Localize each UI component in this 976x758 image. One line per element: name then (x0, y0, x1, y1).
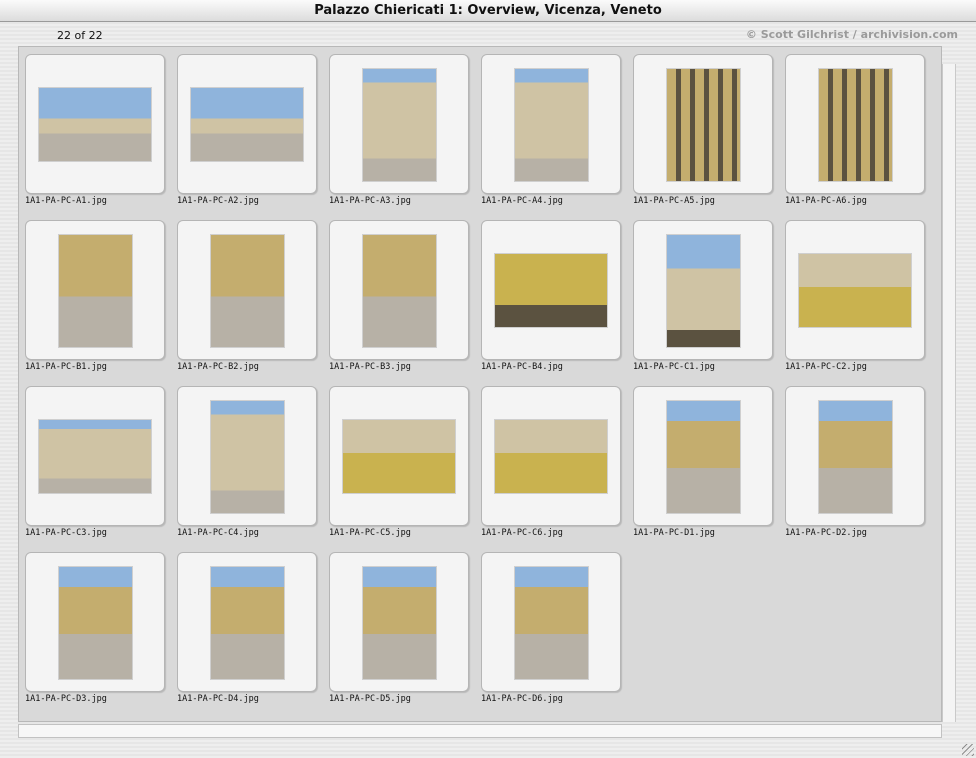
thumbnail-frame[interactable] (25, 54, 165, 194)
thumbnail-frame[interactable] (329, 220, 469, 360)
thumbnail-frame[interactable] (481, 54, 621, 194)
thumbnail-image[interactable] (799, 254, 911, 327)
thumbnail-image[interactable] (191, 88, 303, 161)
thumbnail-filename: 1A1-PA-PC-A2.jpg (177, 196, 259, 206)
thumbnail-filename: 1A1-PA-PC-B4.jpg (481, 362, 563, 372)
thumbnail-filename: 1A1-PA-PC-A5.jpg (633, 196, 715, 206)
thumbnail-image[interactable] (211, 567, 284, 679)
thumbnail-filename: 1A1-PA-PC-D1.jpg (633, 528, 715, 538)
thumbnail-frame[interactable] (785, 386, 925, 526)
thumbnail-image[interactable] (819, 69, 892, 181)
thumbnail-image[interactable] (667, 401, 740, 513)
thumbnail-frame[interactable] (785, 54, 925, 194)
thumbnail-item[interactable]: 1A1-PA-PC-A6.jpg (785, 54, 925, 216)
thumbnail-image[interactable] (495, 420, 607, 493)
thumbnail-item[interactable]: 1A1-PA-PC-A5.jpg (633, 54, 773, 216)
thumbnail-frame[interactable] (25, 220, 165, 360)
vertical-scrollbar[interactable] (942, 64, 956, 722)
thumbnail-item[interactable]: 1A1-PA-PC-D3.jpg (25, 552, 165, 714)
thumbnail-item[interactable]: 1A1-PA-PC-C3.jpg (25, 386, 165, 548)
thumbnail-image[interactable] (211, 235, 284, 347)
credit-text: © Scott Gilchrist / archivision.com (745, 28, 958, 41)
thumbnail-item[interactable]: 1A1-PA-PC-B4.jpg (481, 220, 621, 382)
thumbnail-item[interactable]: 1A1-PA-PC-C6.jpg (481, 386, 621, 548)
thumbnail-item[interactable]: 1A1-PA-PC-D6.jpg (481, 552, 621, 714)
thumbnail-image[interactable] (363, 235, 436, 347)
thumbnail-item[interactable]: 1A1-PA-PC-A4.jpg (481, 54, 621, 216)
thumbnail-filename: 1A1-PA-PC-D6.jpg (481, 694, 563, 704)
thumbnail-filename: 1A1-PA-PC-B2.jpg (177, 362, 259, 372)
thumbnail-item[interactable]: 1A1-PA-PC-D4.jpg (177, 552, 317, 714)
thumbnail-filename: 1A1-PA-PC-B3.jpg (329, 362, 411, 372)
thumbnail-grid: 1A1-PA-PC-A1.jpg 1A1-PA-PC-A2.jpg 1A1-PA-P… (18, 46, 942, 722)
thumbnail-item[interactable]: 1A1-PA-PC-D1.jpg (633, 386, 773, 548)
thumbnail-frame[interactable] (25, 552, 165, 692)
thumbnail-filename: 1A1-PA-PC-C6.jpg (481, 528, 563, 538)
thumbnail-item[interactable]: 1A1-PA-PC-C4.jpg (177, 386, 317, 548)
thumbnail-frame[interactable] (329, 54, 469, 194)
thumbnail-filename: 1A1-PA-PC-C4.jpg (177, 528, 259, 538)
thumbnail-filename: 1A1-PA-PC-A3.jpg (329, 196, 411, 206)
thumbnail-filename: 1A1-PA-PC-C3.jpg (25, 528, 107, 538)
thumbnail-frame[interactable] (633, 220, 773, 360)
thumbnail-filename: 1A1-PA-PC-C1.jpg (633, 362, 715, 372)
thumbnail-image[interactable] (667, 69, 740, 181)
thumbnail-item[interactable]: 1A1-PA-PC-D5.jpg (329, 552, 469, 714)
thumbnail-frame[interactable] (329, 552, 469, 692)
thumbnail-image[interactable] (363, 69, 436, 181)
thumbnail-image[interactable] (211, 401, 284, 513)
thumbnail-frame[interactable] (177, 386, 317, 526)
thumbnail-image[interactable] (59, 567, 132, 679)
window-title: Palazzo Chiericati 1: Overview, Vicenza,… (314, 3, 662, 18)
thumbnail-frame[interactable] (329, 386, 469, 526)
thumbnail-frame[interactable] (177, 54, 317, 194)
thumbnail-item[interactable]: 1A1-PA-PC-B2.jpg (177, 220, 317, 382)
thumbnail-item[interactable]: 1A1-PA-PC-C1.jpg (633, 220, 773, 382)
thumbnail-image[interactable] (515, 567, 588, 679)
resize-grip-icon[interactable] (962, 744, 974, 756)
thumbnail-item[interactable]: 1A1-PA-PC-C2.jpg (785, 220, 925, 382)
thumbnail-image[interactable] (667, 235, 740, 347)
thumbnail-filename: 1A1-PA-PC-D3.jpg (25, 694, 107, 704)
thumbnail-filename: 1A1-PA-PC-A4.jpg (481, 196, 563, 206)
thumbnail-frame[interactable] (177, 552, 317, 692)
thumbnail-filename: 1A1-PA-PC-A6.jpg (785, 196, 867, 206)
thumbnail-item[interactable]: 1A1-PA-PC-A3.jpg (329, 54, 469, 216)
thumbnail-image[interactable] (59, 235, 132, 347)
thumbnail-image[interactable] (495, 254, 607, 327)
thumbnail-frame[interactable] (481, 386, 621, 526)
thumbnail-item[interactable]: 1A1-PA-PC-C5.jpg (329, 386, 469, 548)
thumbnail-image[interactable] (39, 88, 151, 161)
thumbnail-filename: 1A1-PA-PC-C2.jpg (785, 362, 867, 372)
thumbnail-frame[interactable] (633, 54, 773, 194)
thumbnail-item[interactable]: 1A1-PA-PC-B1.jpg (25, 220, 165, 382)
thumbnail-image[interactable] (819, 401, 892, 513)
thumbnail-image[interactable] (343, 420, 455, 493)
thumbnail-image[interactable] (515, 69, 588, 181)
thumbnail-filename: 1A1-PA-PC-D5.jpg (329, 694, 411, 704)
window-title-bar[interactable]: Palazzo Chiericati 1: Overview, Vicenza,… (0, 0, 976, 22)
thumbnail-frame[interactable] (177, 220, 317, 360)
thumbnail-frame[interactable] (785, 220, 925, 360)
thumbnail-frame[interactable] (481, 220, 621, 360)
thumbnail-frame[interactable] (633, 386, 773, 526)
thumbnail-filename: 1A1-PA-PC-D4.jpg (177, 694, 259, 704)
thumbnail-filename: 1A1-PA-PC-A1.jpg (25, 196, 107, 206)
thumbnail-frame[interactable] (481, 552, 621, 692)
thumbnail-item[interactable]: 1A1-PA-PC-A1.jpg (25, 54, 165, 216)
thumbnail-filename: 1A1-PA-PC-D2.jpg (785, 528, 867, 538)
thumbnail-image[interactable] (39, 420, 151, 493)
thumbnail-filename: 1A1-PA-PC-B1.jpg (25, 362, 107, 372)
image-count: 22 of 22 (57, 29, 103, 42)
thumbnail-image[interactable] (363, 567, 436, 679)
thumbnail-frame[interactable] (25, 386, 165, 526)
thumbnail-item[interactable]: 1A1-PA-PC-D2.jpg (785, 386, 925, 548)
thumbnail-filename: 1A1-PA-PC-C5.jpg (329, 528, 411, 538)
bottom-bar (18, 724, 942, 738)
thumbnail-item[interactable]: 1A1-PA-PC-B3.jpg (329, 220, 469, 382)
thumbnail-item[interactable]: 1A1-PA-PC-A2.jpg (177, 54, 317, 216)
